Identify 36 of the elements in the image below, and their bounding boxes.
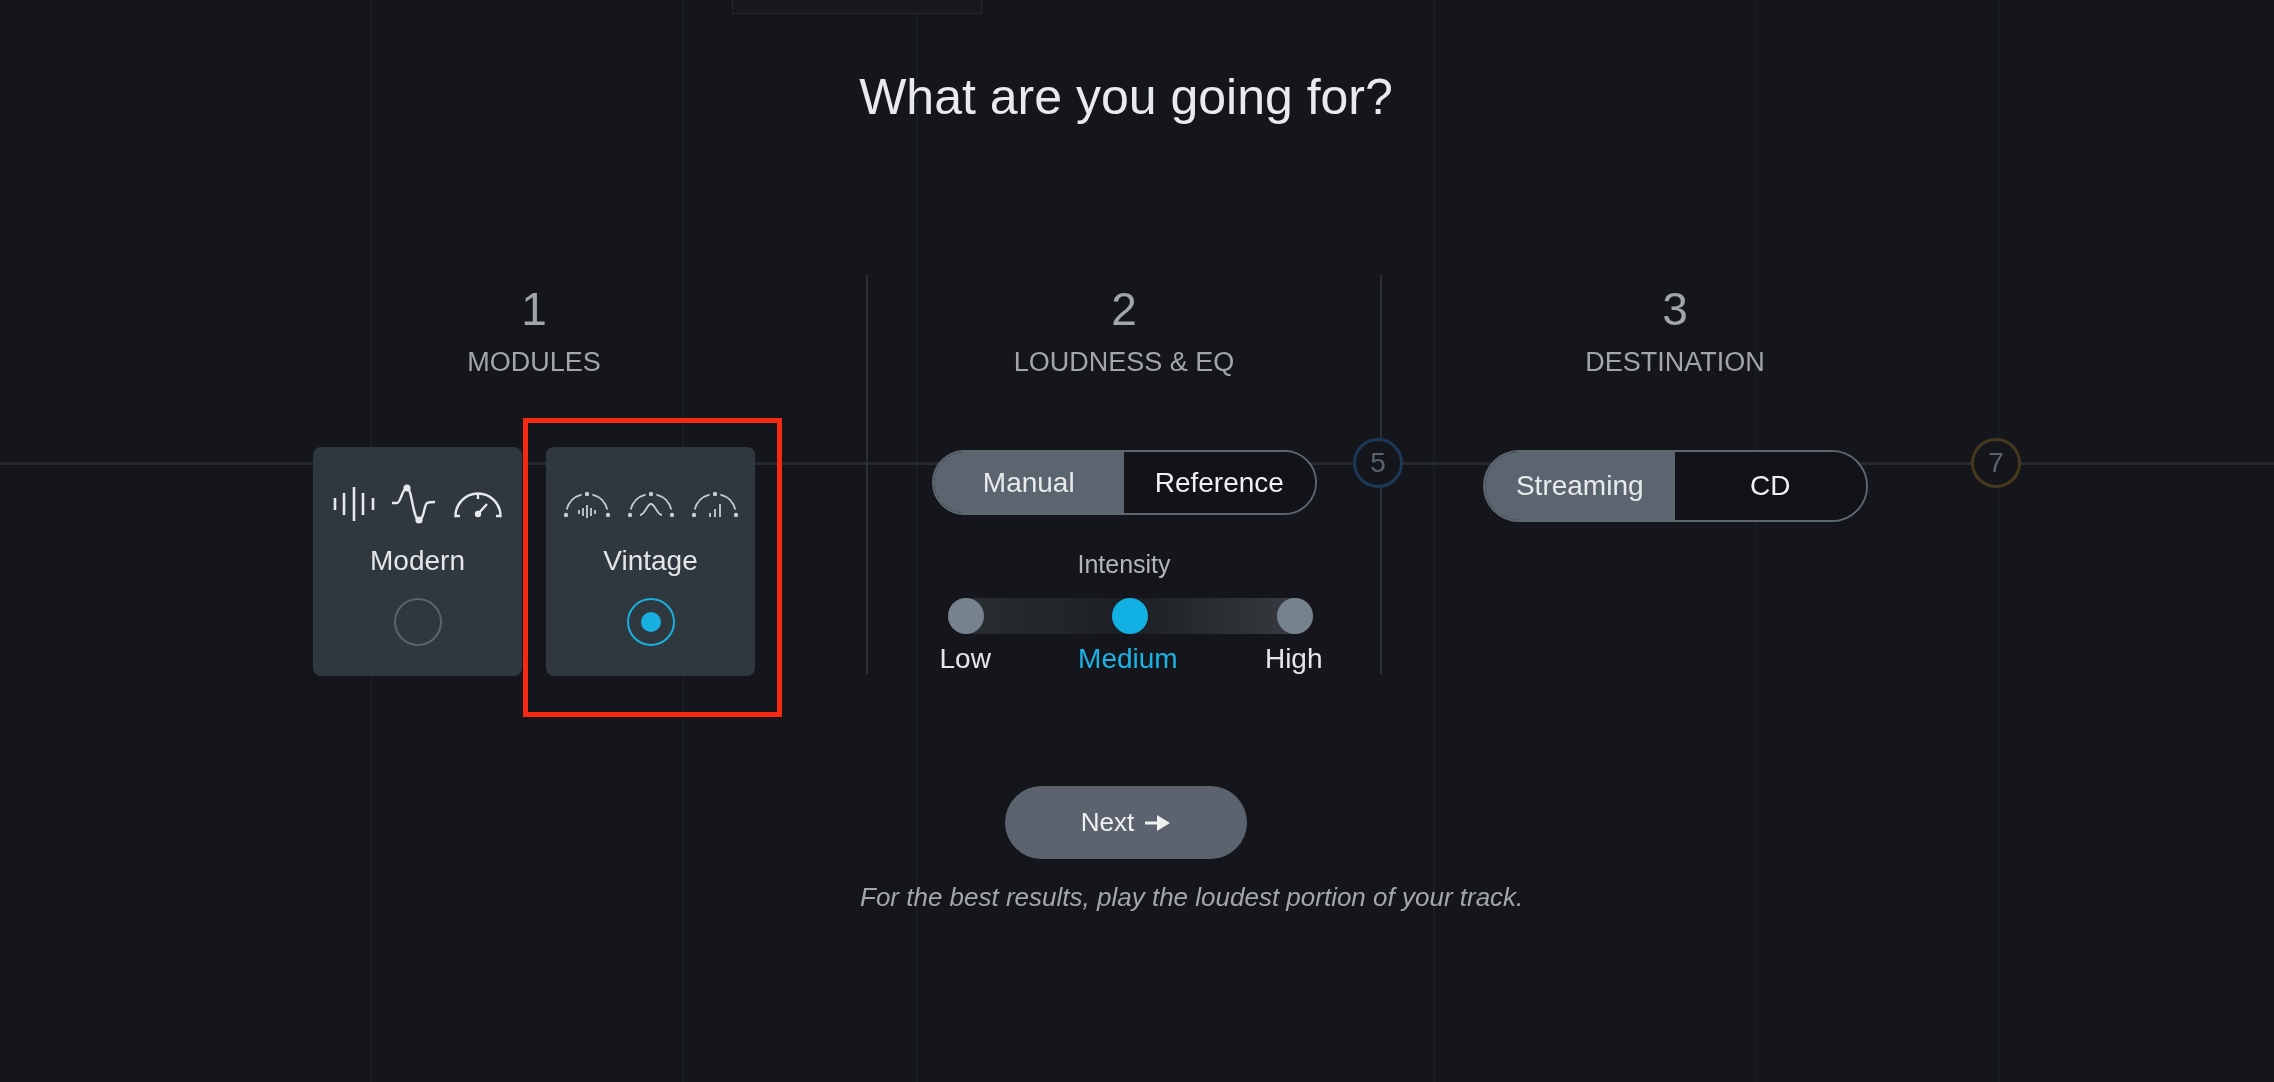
segment-tab[interactable]: Manual xyxy=(933,452,1124,513)
module-option-card[interactable]: Modern xyxy=(313,447,522,676)
hint-text: For the best results, play the loudest portion of your track. xyxy=(860,882,1524,912)
module-option-card[interactable]: Vintage xyxy=(546,447,755,676)
intensity-slider-track[interactable] xyxy=(947,598,1313,634)
step-heading: DESTINATION xyxy=(1585,346,1765,378)
stop-label: Low xyxy=(939,644,991,674)
slider-knob[interactable] xyxy=(1276,598,1313,634)
step-marker: 5 xyxy=(1353,438,1403,488)
arc-peak-icon xyxy=(626,489,675,519)
next-button[interactable]: Next xyxy=(1005,786,1247,859)
slider-label: Intensity xyxy=(1077,550,1171,578)
arc-bars-icon xyxy=(562,489,611,519)
slider-knob[interactable] xyxy=(947,598,984,634)
step-marker: 7 xyxy=(1971,438,2021,488)
slider-knob[interactable] xyxy=(1112,598,1148,634)
step-number: 3 xyxy=(1662,283,1688,335)
page-title: What are you going for? xyxy=(859,68,1393,126)
curve-icon xyxy=(390,483,437,525)
step-heading: LOUDNESS & EQ xyxy=(1013,346,1235,378)
stop-label: High xyxy=(1264,644,1323,674)
arc-rising-bars-icon xyxy=(690,489,739,519)
segment-tab[interactable]: CD xyxy=(1675,452,1866,520)
step-number: 1 xyxy=(521,283,547,335)
step-number: 2 xyxy=(1111,283,1137,335)
stop-label: Medium xyxy=(1078,644,1178,674)
radio-button[interactable] xyxy=(626,598,675,646)
arrow-right-icon xyxy=(1144,813,1172,832)
option-label: Modern xyxy=(370,545,465,577)
radio-button[interactable] xyxy=(393,598,442,646)
waveform-icon xyxy=(332,486,375,522)
gauge-icon xyxy=(452,489,503,519)
step-heading: MODULES xyxy=(467,346,601,378)
option-label: Vintage xyxy=(603,545,698,577)
segment-tab[interactable]: Reference xyxy=(1124,452,1315,513)
segment-tab[interactable]: Streaming xyxy=(1484,452,1675,520)
